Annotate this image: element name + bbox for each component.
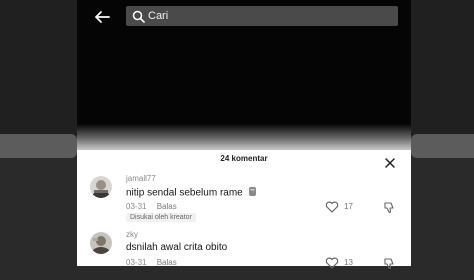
creator-liked-badge: Disukai oleh kreator bbox=[126, 213, 196, 222]
comment-count: 24 komentar bbox=[220, 154, 268, 163]
search-icon bbox=[132, 10, 145, 23]
thumbs-down-icon bbox=[384, 202, 394, 214]
back-arrow-icon[interactable] bbox=[92, 7, 112, 27]
like-count: 17 bbox=[344, 202, 353, 211]
close-icon[interactable] bbox=[384, 156, 396, 168]
dislike-button[interactable] bbox=[383, 257, 396, 270]
like-button[interactable]: 13 bbox=[325, 257, 363, 269]
avatar[interactable] bbox=[90, 176, 112, 198]
search-bar[interactable] bbox=[126, 6, 398, 26]
video-side-left-lower bbox=[0, 134, 77, 158]
comment-text: nitip sendal sebelum rame bbox=[126, 186, 257, 200]
video-side-left bbox=[0, 0, 77, 138]
comment-meta: 03-31 Balas bbox=[126, 202, 177, 211]
comment-text: dsnilah awal crita obito bbox=[126, 242, 228, 253]
comment-text-content: nitip sendal sebelum rame bbox=[126, 187, 243, 199]
comment-username[interactable]: jamall77 bbox=[126, 174, 156, 183]
sandal-emoji-icon bbox=[248, 186, 257, 200]
comments-panel: 24 komentar jamall77 nitip sendal sebelu… bbox=[77, 150, 411, 270]
heart-icon bbox=[325, 257, 339, 269]
like-button[interactable]: 17 bbox=[325, 201, 363, 213]
comment-username[interactable]: zky bbox=[126, 230, 138, 239]
comment-date: 03-31 bbox=[126, 202, 147, 211]
dislike-button[interactable] bbox=[383, 201, 396, 214]
reply-button[interactable]: Balas bbox=[157, 202, 177, 211]
search-input[interactable] bbox=[148, 6, 388, 26]
comment-item: jamall77 nitip sendal sebelum rame 03-31… bbox=[77, 174, 411, 224]
video-side-right bbox=[411, 0, 474, 138]
thumbs-down-icon bbox=[384, 258, 394, 270]
video-fade bbox=[77, 124, 411, 150]
avatar[interactable] bbox=[90, 232, 112, 254]
comment-item: zky dsnilah awal crita obito 03-31 Balas… bbox=[77, 230, 411, 280]
heart-icon bbox=[325, 201, 339, 213]
video-side-right-lower bbox=[411, 134, 474, 158]
